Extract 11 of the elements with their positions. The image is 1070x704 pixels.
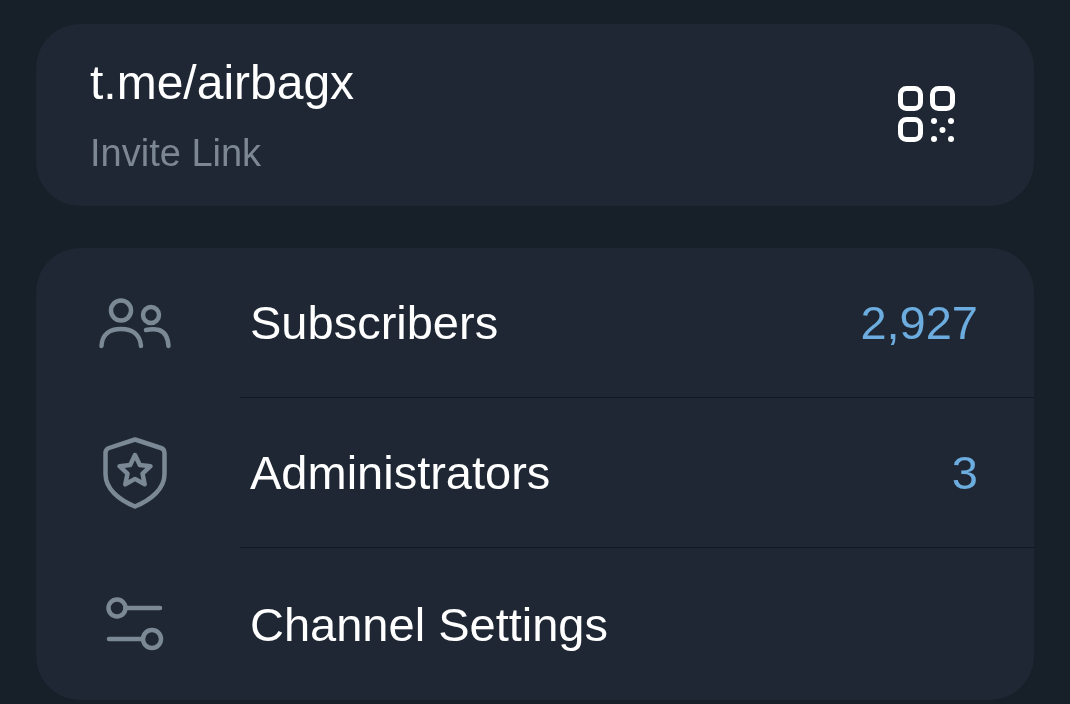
- menu-item-label[interactable]: Administrators: [250, 449, 551, 496]
- menu-item-label[interactable]: Subscribers: [250, 299, 499, 346]
- invite-link-caption: Invite Link: [90, 134, 263, 172]
- count-value: 2,927: [860, 299, 978, 346]
- invite-link-card[interactable]: t.me/airbagx Invite Link: [36, 24, 1034, 206]
- sliders-icon: [106, 597, 164, 651]
- shield-star-icon: [103, 437, 167, 509]
- qr-code-icon[interactable]: [898, 86, 955, 142]
- people-icon: [99, 297, 171, 349]
- invite-link-text[interactable]: t.me/airbagx: [90, 59, 355, 107]
- count-value: 3: [951, 449, 978, 496]
